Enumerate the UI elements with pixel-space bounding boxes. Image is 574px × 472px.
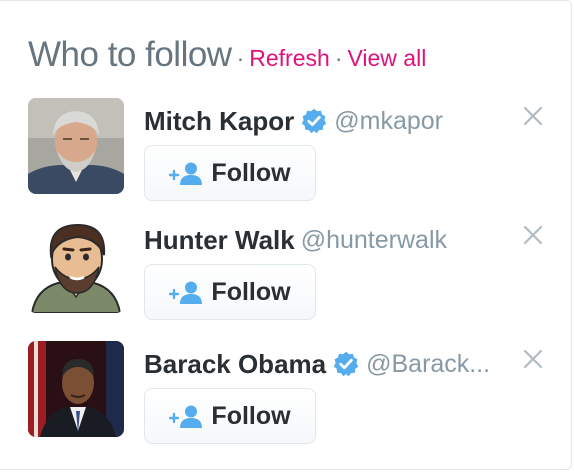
avatar[interactable] — [28, 217, 124, 313]
avatar[interactable] — [28, 341, 124, 437]
follow-button-label: Follow — [211, 158, 291, 187]
add-person-icon — [169, 162, 203, 185]
verified-badge-icon — [333, 351, 359, 377]
close-icon[interactable] — [521, 104, 545, 128]
verified-badge-icon — [301, 108, 327, 134]
view-all-link[interactable]: View all — [347, 45, 426, 72]
avatar[interactable] — [28, 98, 124, 194]
follow-button-label: Follow — [211, 277, 291, 306]
who-to-follow-module: Who to follow · Refresh · View all Mitch… — [0, 0, 572, 470]
module-header: Who to follow · Refresh · View all — [28, 35, 426, 81]
account-name[interactable]: Hunter Walk — [144, 225, 295, 256]
account-handle[interactable]: @hunterwalk — [301, 226, 447, 255]
account-info: Mitch Kapor @mkapor — [144, 104, 443, 138]
add-person-icon — [169, 405, 203, 428]
header-separator-2: · — [334, 45, 343, 71]
refresh-link[interactable]: Refresh — [249, 45, 330, 72]
follow-button[interactable]: Follow — [144, 145, 316, 201]
close-icon[interactable] — [521, 347, 545, 371]
account-handle[interactable]: @Barack... — [366, 350, 490, 379]
suggestion-row: Hunter Walk @hunterwalk Follow — [0, 217, 572, 332]
add-person-icon — [169, 281, 203, 304]
account-info: Barack Obama @Barack... — [144, 347, 490, 381]
header-separator-1: · — [236, 45, 245, 71]
follow-button[interactable]: Follow — [144, 388, 316, 444]
module-title: Who to follow — [28, 35, 232, 74]
suggestion-row: Barack Obama @Barack... Follow — [0, 341, 572, 456]
close-icon[interactable] — [521, 223, 545, 247]
follow-button[interactable]: Follow — [144, 264, 316, 320]
follow-button-label: Follow — [211, 401, 291, 430]
account-handle[interactable]: @mkapor — [334, 107, 443, 136]
account-name[interactable]: Mitch Kapor — [144, 106, 294, 137]
account-info: Hunter Walk @hunterwalk — [144, 223, 447, 257]
suggestion-row: Mitch Kapor @mkapor Follow — [0, 98, 572, 213]
account-name[interactable]: Barack Obama — [144, 349, 326, 380]
